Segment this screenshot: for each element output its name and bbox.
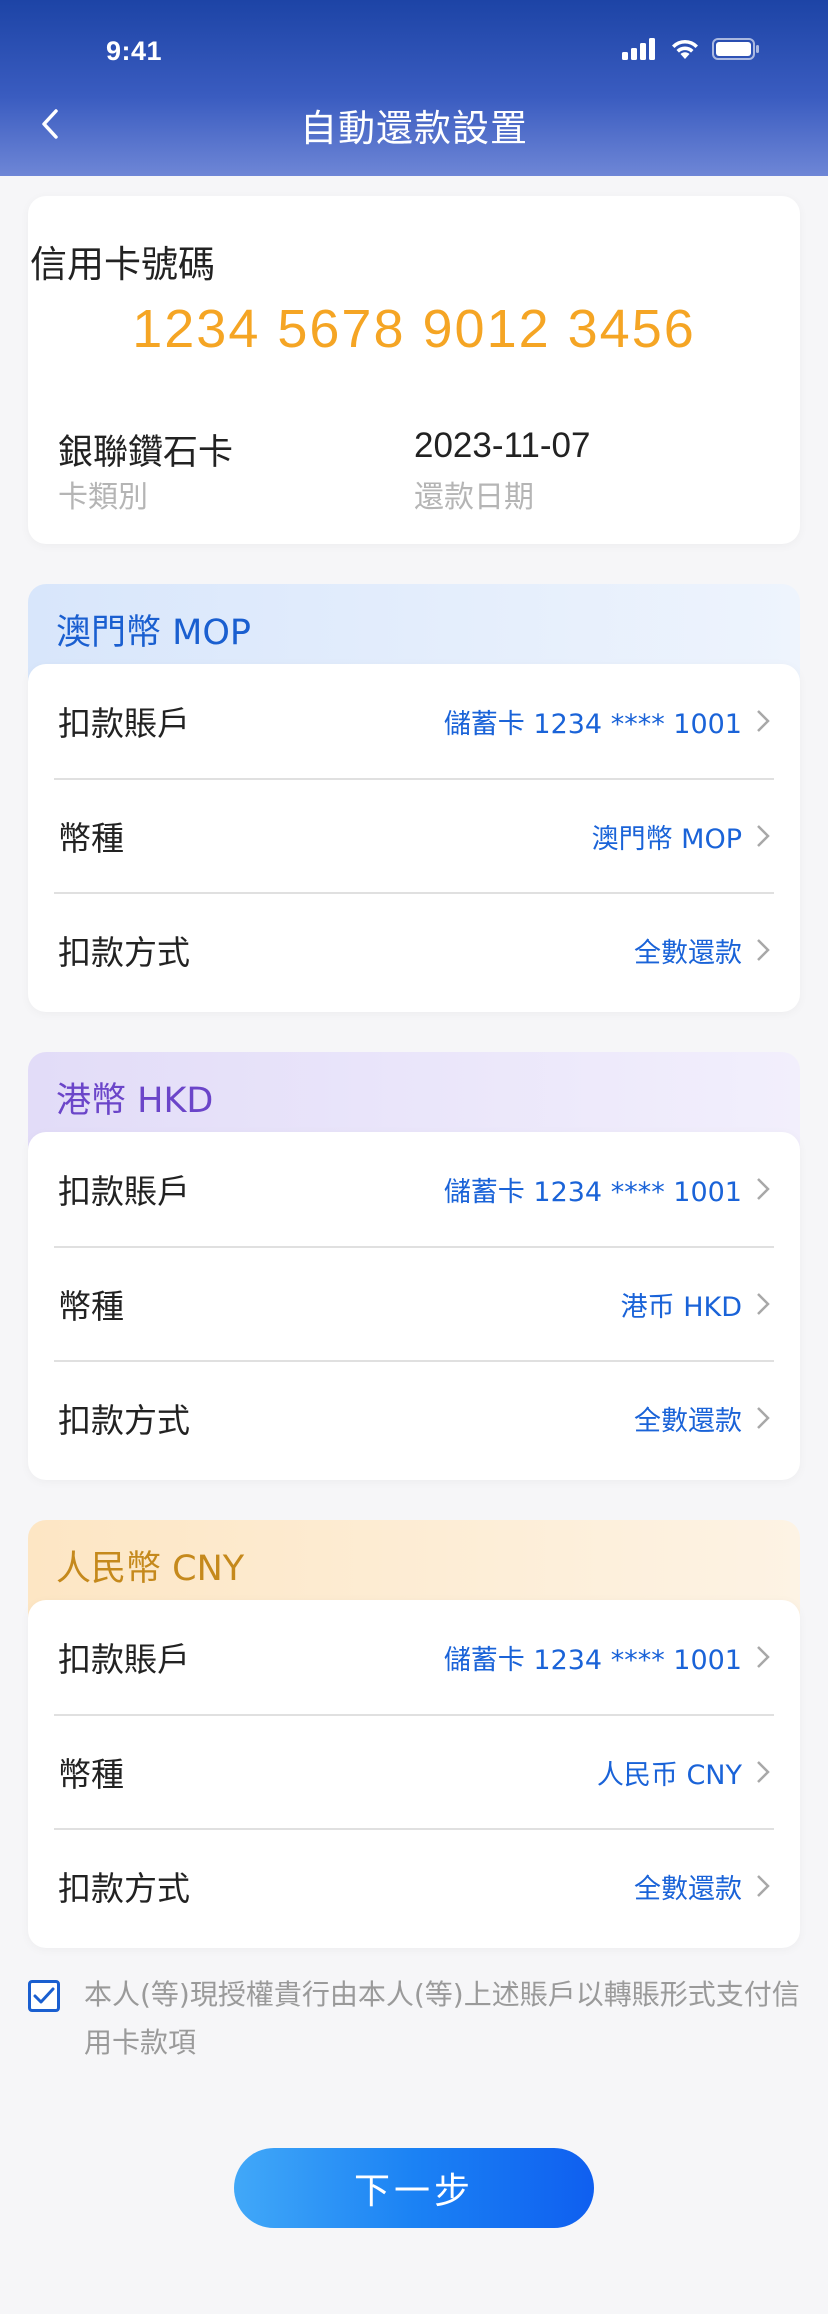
wifi-icon: [672, 39, 698, 59]
chevron-right-icon: [752, 1403, 774, 1433]
row-debit-method-mop[interactable]: 扣款方式 全數還款: [54, 892, 774, 1006]
header: 9:41 自動還款設置: [0, 0, 828, 176]
section-title-cny: 人民幣 CNY: [56, 1549, 245, 1589]
chevron-right-icon: [752, 1289, 774, 1319]
chevron-right-icon: [752, 706, 774, 736]
card-number-label: 信用卡號碼: [30, 243, 215, 286]
agreement-checkbox[interactable]: [28, 1980, 60, 2012]
row-label: 幣種: [58, 1287, 124, 1326]
row-debit-method-cny[interactable]: 扣款方式 全數還款: [54, 1828, 774, 1942]
card-type-value: 銀聯鑽石卡: [58, 433, 234, 473]
row-value: 全數還款: [634, 1873, 742, 1905]
row-value: 儲蓄卡 1234 **** 1001: [443, 1644, 742, 1676]
row-label: 幣種: [58, 819, 124, 858]
row-value: 人民币 CNY: [596, 1759, 742, 1791]
row-value: 澳門幣 MOP: [591, 823, 742, 855]
row-debit-account-hkd[interactable]: 扣款賬戶 儲蓄卡 1234 **** 1001: [54, 1132, 774, 1246]
battery-icon: [712, 38, 759, 60]
row-debit-method-hkd[interactable]: 扣款方式 全數還款: [54, 1360, 774, 1474]
status-time: 9:41: [106, 36, 163, 66]
row-label: 扣款賬戶: [58, 1640, 190, 1679]
row-debit-account-mop[interactable]: 扣款賬戶 儲蓄卡 1234 **** 1001: [54, 664, 774, 778]
status-icons: [622, 38, 760, 60]
row-label: 扣款方式: [58, 1869, 190, 1908]
row-value: 儲蓄卡 1234 **** 1001: [443, 1176, 742, 1208]
row-value: 全數還款: [634, 937, 742, 969]
row-label: 扣款方式: [58, 933, 190, 972]
checkmark-icon: [33, 1987, 55, 2004]
row-label: 扣款方式: [58, 1401, 190, 1440]
section-title-mop: 澳門幣 MOP: [56, 613, 251, 653]
section-title-hkd: 港幣 HKD: [56, 1081, 214, 1121]
card-number: 1234 5678 9012 3456: [132, 299, 696, 359]
page-title: 自動還款設置: [300, 107, 528, 150]
chevron-right-icon: [752, 1642, 774, 1672]
section-card-cny: 扣款賬戶 儲蓄卡 1234 **** 1001 幣種 人民币 CNY 扣款方式 …: [28, 1600, 800, 1948]
next-button[interactable]: 下一步: [234, 2148, 594, 2228]
chevron-right-icon: [752, 1174, 774, 1204]
section-card-mop: 扣款賬戶 儲蓄卡 1234 **** 1001 幣種 澳門幣 MOP 扣款方式 …: [28, 664, 800, 1012]
row-currency-cny[interactable]: 幣種 人民币 CNY: [54, 1714, 774, 1828]
chevron-right-icon: [752, 821, 774, 851]
chevron-right-icon: [752, 935, 774, 965]
row-value: 全數還款: [634, 1405, 742, 1437]
repay-date-value: 2023-11-07: [414, 426, 591, 465]
row-label: 扣款賬戶: [58, 1172, 190, 1211]
row-label: 幣種: [58, 1755, 124, 1794]
row-value: 港币 HKD: [620, 1291, 742, 1323]
row-currency-hkd[interactable]: 幣種 港币 HKD: [54, 1246, 774, 1360]
section-card-hkd: 扣款賬戶 儲蓄卡 1234 **** 1001 幣種 港币 HKD 扣款方式 全…: [28, 1132, 800, 1480]
card-type-label: 卡類別: [58, 480, 148, 515]
row-currency-mop[interactable]: 幣種 澳門幣 MOP: [54, 778, 774, 892]
repay-date-label: 還款日期: [414, 480, 534, 515]
row-label: 扣款賬戶: [58, 704, 190, 743]
chevron-right-icon: [752, 1757, 774, 1787]
agreement: 本人(等)現授權貴行由本人(等)上述賬戶以轉賬形式支付信用卡款項: [28, 1978, 800, 2067]
signal-icon: [622, 38, 655, 60]
row-debit-account-cny[interactable]: 扣款賬戶 儲蓄卡 1234 **** 1001: [54, 1600, 774, 1714]
agreement-text: 本人(等)現授權貴行由本人(等)上述賬戶以轉賬形式支付信用卡款項: [84, 1978, 800, 2059]
row-value: 儲蓄卡 1234 **** 1001: [443, 708, 742, 740]
chevron-right-icon: [752, 1871, 774, 1901]
